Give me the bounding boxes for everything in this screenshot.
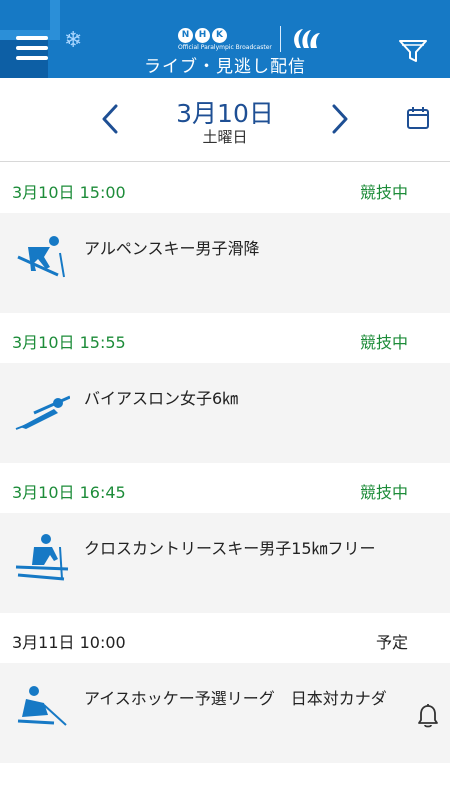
- event-header: 3月10日 16:45 競技中: [0, 463, 450, 513]
- event-status: 競技中: [359, 333, 408, 352]
- event-title: アイスホッケー予選リーグ 日本対カナダ: [84, 689, 387, 708]
- header-decoration: [0, 0, 60, 40]
- paralympic-agitos-icon: [293, 29, 320, 48]
- event-card[interactable]: アルペンスキー男子滑降: [0, 213, 450, 313]
- logo-letter: H: [195, 27, 210, 43]
- logo-subtitle: Official Paralympic Broadcaster: [178, 43, 272, 51]
- chevron-right-icon[interactable]: [326, 102, 352, 136]
- nhk-logo: N H K Official Paralympic Broadcaster: [178, 26, 323, 52]
- event-status: 競技中: [359, 183, 408, 202]
- current-weekday: 土曜日: [202, 128, 248, 146]
- calendar-icon[interactable]: [406, 106, 430, 130]
- event-title: クロスカントリースキー男子15㎞フリー: [84, 539, 376, 558]
- bell-icon[interactable]: [416, 703, 440, 729]
- event-item: 3月11日 10:00 予定 アイスホッケー予選リーグ 日本対カナダ: [0, 613, 450, 763]
- event-header: 3月10日 15:55 競技中: [0, 313, 450, 363]
- logo-letter: K: [212, 27, 227, 43]
- filter-icon[interactable]: [398, 38, 428, 64]
- event-item: 3月10日 16:45 競技中 クロスカントリースキー男子15㎞フリー: [0, 463, 450, 613]
- event-status: 予定: [375, 633, 408, 652]
- alpine-ski-icon: [17, 236, 65, 278]
- event-card[interactable]: バイアスロン女子6㎞: [0, 363, 450, 463]
- logo-letter: N: [178, 27, 193, 43]
- snowflake-icon: ❄: [64, 28, 83, 53]
- current-date: 3月10日: [176, 99, 274, 128]
- biathlon-icon: [15, 395, 70, 430]
- event-title: アルペンスキー男子滑降: [84, 239, 260, 258]
- event-time: 3月10日 15:55: [12, 333, 126, 352]
- event-card[interactable]: クロスカントリースキー男子15㎞フリー: [0, 513, 450, 613]
- date-navigator: 3月10日 土曜日: [0, 78, 450, 162]
- app-header: ❄ N H K Official Paralympic Broadcaster …: [0, 0, 450, 78]
- logo-divider: [279, 26, 281, 52]
- ice-hockey-icon: [17, 686, 67, 726]
- event-time: 3月11日 10:00: [12, 633, 126, 652]
- event-item: 3月10日 15:00 競技中 アルペンスキー男子滑降: [0, 163, 450, 313]
- event-card[interactable]: アイスホッケー予選リーグ 日本対カナダ: [0, 663, 450, 763]
- event-header: 3月10日 15:00 競技中: [0, 163, 450, 213]
- event-status: 競技中: [359, 483, 408, 502]
- event-item: 3月10日 15:55 競技中 バイアスロン女子6㎞: [0, 313, 450, 463]
- page-title: ライブ・見逃し配信: [144, 57, 306, 77]
- event-time: 3月10日 15:00: [12, 183, 126, 202]
- event-title: バイアスロン女子6㎞: [84, 389, 239, 408]
- cross-country-ski-icon: [15, 534, 69, 581]
- event-header: 3月11日 10:00 予定: [0, 613, 450, 663]
- event-time: 3月10日 16:45: [12, 483, 126, 502]
